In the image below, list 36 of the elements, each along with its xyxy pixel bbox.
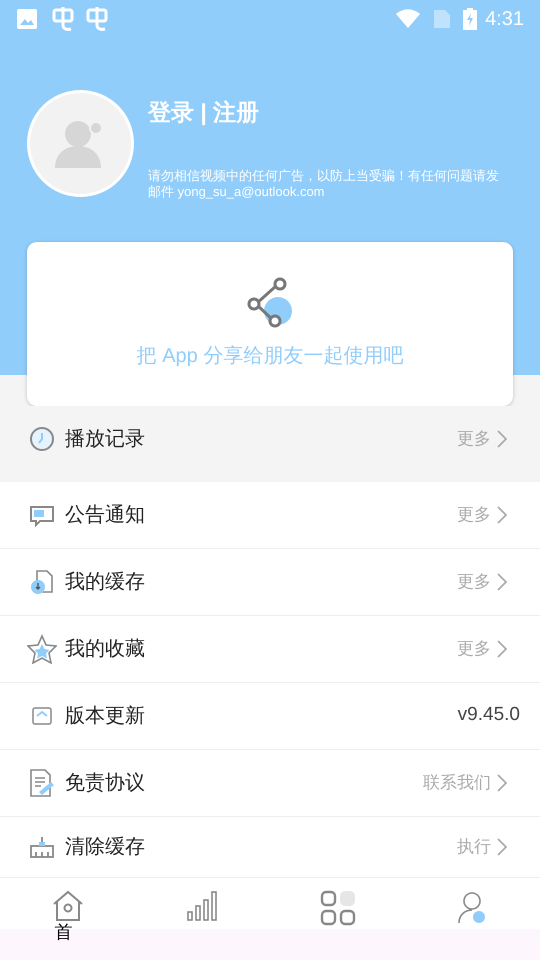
image-icon <box>16 8 38 30</box>
share-label: 把 App 分享给朋友一起使用吧 <box>136 344 404 368</box>
home-icon <box>50 890 84 922</box>
menu-row[interactable]: 免责协议 联系我们 <box>0 750 540 816</box>
menu-row[interactable]: 我的缓存 更多 <box>0 548 540 616</box>
menu-label: 免责协议 <box>65 770 145 796</box>
menu-row[interactable]: 公告通知 更多 <box>0 482 540 548</box>
menu-action: v9.45.0 <box>458 703 520 728</box>
document-icon <box>27 768 57 798</box>
menu-row[interactable]: 版本更新 v9.45.0 <box>0 682 540 750</box>
nav-label: 首 <box>54 922 72 944</box>
menu-action: 更多 <box>457 570 491 593</box>
grid-icon <box>320 890 356 926</box>
menu-action: 更多 <box>457 504 491 526</box>
star-icon <box>27 634 57 664</box>
wifi-icon <box>395 9 422 29</box>
battery-charging-icon <box>463 8 478 30</box>
menu-row[interactable]: 清除缓存 执行 <box>0 816 540 876</box>
menu-row[interactable]: 我的收藏 更多 <box>0 616 540 682</box>
file-download-icon <box>28 568 56 596</box>
no-sim-icon <box>433 9 452 29</box>
menu-action: 执行 <box>457 836 491 858</box>
menu-label: 播放记录 <box>65 426 145 452</box>
clock-time: 4:31 <box>485 7 524 32</box>
menu-action: 联系我们 <box>423 772 491 794</box>
clock-icon <box>28 424 56 452</box>
menu-action: 更多 <box>457 638 491 660</box>
menu-label: 我的缓存 <box>65 570 145 594</box>
menu-label: 我的收藏 <box>65 636 145 662</box>
menu-label: 清除缓存 <box>65 834 145 860</box>
notice-text: 请勿相信视频中的任何广告，以防上当受骗！有任何问题请发邮件 yong_su_a@outlook.com <box>148 168 500 200</box>
menu-action: 更多 <box>457 428 491 450</box>
menu-label: 公告通知 <box>65 502 145 528</box>
share-icon <box>245 276 295 328</box>
bar-chart-icon <box>186 890 220 922</box>
menu-label: 版本更新 <box>65 704 145 728</box>
